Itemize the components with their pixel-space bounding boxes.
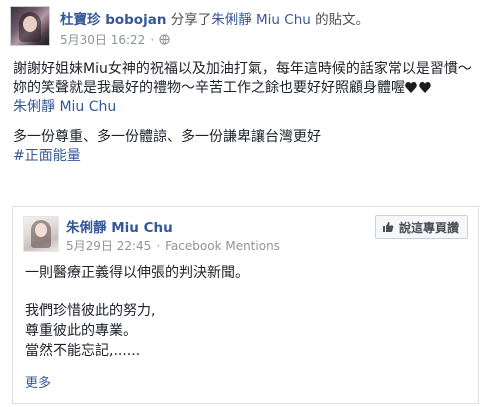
shared-page-link[interactable]: 朱俐靜 Miu Chu — [211, 12, 311, 28]
post-body-line-1: 謝謝好姐妹Miu女神的祝福以及加油打氣，每年這時候的話家常以是習慣～ — [13, 61, 472, 77]
like-page-label: 說這專頁讚 — [398, 220, 459, 235]
shared-body-line-2: 我們珍惜彼此的努力, — [25, 303, 156, 319]
meta-separator: · — [156, 238, 161, 253]
avatar-face — [35, 223, 47, 237]
black-hearts-emoji-icon — [405, 82, 431, 93]
like-page-button[interactable]: 說這專頁讚 — [374, 215, 468, 239]
mention-link[interactable]: 朱俐靜 Miu Chu — [13, 99, 116, 115]
post-body-line-2-wrap: 妳的笑聲就是我最好的禮物～辛苦工作之餘也要好好照顧身體喔 — [13, 79, 483, 98]
shared-source-link[interactable]: Facebook Mentions — [165, 239, 280, 253]
shared-page-avatar[interactable] — [23, 216, 59, 252]
post-body-line-3: 多一份尊重、多一份體諒、多一份謙卑讓台灣更好 — [13, 129, 321, 145]
shared-suffix: 的貼文。 — [315, 12, 370, 28]
post-header: 杜寶珍 bobojan 分享了朱俐靜 Miu Chu 的貼文。 — [60, 8, 369, 28]
shared-content-card[interactable]: 朱俐靜 Miu Chu 5月29日 22:45 · Facebook Menti… — [12, 206, 479, 404]
shared-page-name-link[interactable]: 朱俐靜 Miu Chu — [66, 220, 173, 236]
avatar-face — [23, 16, 37, 32]
shared-post: 杜寶珍 bobojan 分享了朱俐靜 Miu Chu 的貼文。 5月30日 16… — [0, 0, 490, 407]
see-more-link[interactable]: 更多 — [25, 372, 51, 391]
globe-icon[interactable] — [159, 34, 170, 45]
post-meta: 5月30日 16:22 · — [60, 31, 170, 48]
shared-verb: 分享了 — [170, 12, 212, 28]
shared-body-line-3: 尊重彼此的專業。 — [25, 323, 137, 339]
author-name-link[interactable]: 杜寶珍 bobojan — [60, 12, 166, 28]
hashtag-link[interactable]: #正面能量 — [13, 148, 81, 164]
post-body: 謝謝好姐妹Miu女神的祝福以及加油打氣，每年這時候的話家常以是習慣～ 妳的笑聲就… — [13, 60, 483, 166]
shared-body: 一則醫療正義得以伸張的判決新聞。 我們珍惜彼此的努力, 尊重彼此的專業。 當然不… — [25, 263, 465, 361]
thumbs-up-icon — [382, 222, 394, 232]
shared-meta: 5月29日 22:45 · Facebook Mentions — [66, 237, 280, 254]
post-timestamp-link[interactable]: 5月30日 16:22 — [60, 31, 145, 48]
shared-timestamp-link[interactable]: 5月29日 22:45 — [66, 237, 151, 254]
shared-page-header: 朱俐靜 Miu Chu — [66, 216, 173, 236]
author-avatar[interactable] — [10, 6, 50, 46]
meta-separator: · — [150, 32, 155, 47]
shared-body-line-1: 一則醫療正義得以伸張的判決新聞。 — [25, 265, 249, 281]
shared-body-line-4: 當然不能忘記,...... — [25, 343, 141, 359]
post-body-line-2: 妳的笑聲就是我最好的禮物～辛苦工作之餘也要好好照顧身體喔 — [13, 80, 405, 96]
